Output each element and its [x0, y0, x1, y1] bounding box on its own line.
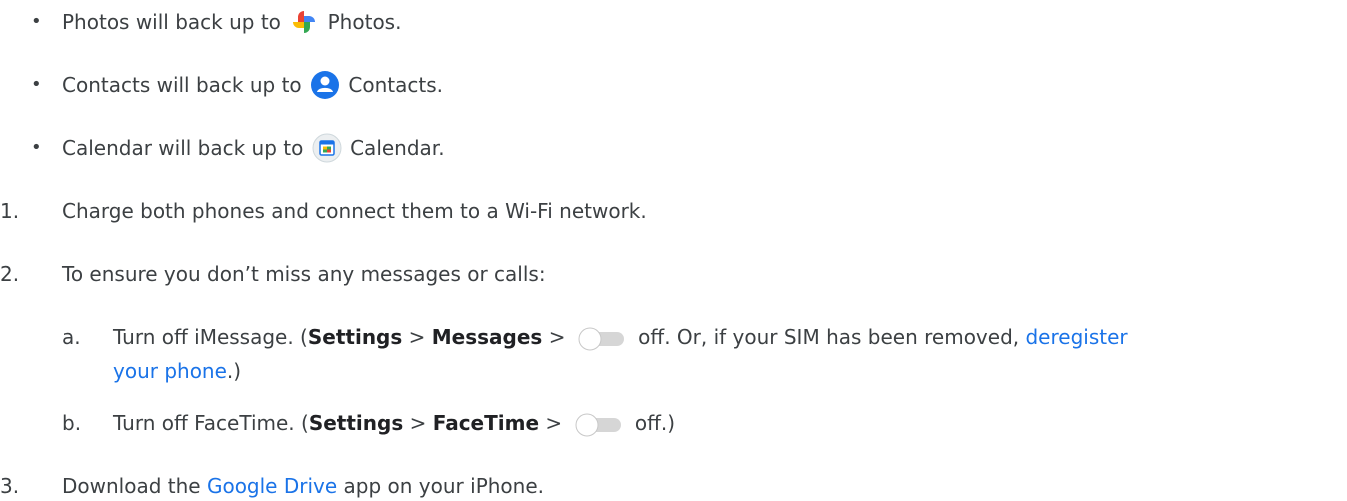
step-text-before: Download the: [62, 474, 201, 498]
substep-text-after: off. Or, if your SIM has been removed,: [638, 325, 1020, 349]
step-2a-continued: your phone.): [113, 356, 241, 386]
step-number: 3.: [0, 474, 20, 498]
step-number: 2.: [0, 262, 20, 286]
google-contacts-icon: [311, 71, 340, 99]
bullet-suffix: .: [395, 10, 402, 34]
messages-label: Messages: [431, 325, 543, 349]
deregister-phone-link[interactable]: your phone: [113, 359, 227, 383]
bullet-text: Photos will back up to: [62, 10, 281, 34]
separator: >: [548, 325, 566, 349]
separator: >: [408, 325, 426, 349]
bullet-text: Contacts will back up to: [62, 73, 302, 97]
substep-letter: b.: [62, 411, 82, 435]
substep-text-before: Turn off FaceTime. (: [113, 411, 309, 435]
toggle-switch-icon: [578, 327, 624, 351]
bullet-suffix: .: [436, 73, 443, 97]
step-text: Download the Google Drive app on your iP…: [62, 471, 544, 501]
separator: >: [545, 411, 563, 435]
substep-text: Turn off iMessage. (Settings > Messages …: [113, 322, 1128, 352]
bullet-marker: •: [31, 11, 42, 32]
deregister-phone-link[interactable]: deregister: [1025, 325, 1127, 349]
settings-label: Settings: [308, 411, 404, 435]
step-text-after: app on your iPhone.: [343, 474, 544, 498]
google-photos-icon: [293, 11, 316, 33]
separator: >: [409, 411, 427, 435]
substep-text-before: Turn off iMessage. (: [113, 325, 308, 349]
bullet-marker: •: [31, 137, 42, 158]
substep-text-end: .): [226, 359, 242, 383]
toggle-switch-icon: [575, 413, 621, 437]
substep-text-after: off.): [634, 411, 676, 435]
google-drive-link[interactable]: Google Drive: [207, 474, 337, 498]
bullet-app-name: Calendar: [350, 136, 439, 160]
bullet-app-name: Photos: [327, 10, 396, 34]
bullet-text: Calendar will back up to: [62, 136, 304, 160]
bullet-suffix: .: [438, 136, 445, 160]
bullet-app-name: Contacts: [348, 73, 437, 97]
substep-text: Turn off FaceTime. (Settings > FaceTime …: [113, 408, 675, 438]
facetime-label: FaceTime: [432, 411, 540, 435]
settings-label: Settings: [307, 325, 403, 349]
bullet-marker: •: [31, 74, 42, 95]
google-calendar-icon: [312, 133, 342, 163]
step-number: 1.: [0, 199, 20, 223]
substep-letter: a.: [62, 325, 81, 349]
step-text: Charge both phones and connect them to a…: [62, 199, 647, 223]
step-text: To ensure you don’t miss any messages or…: [62, 262, 546, 286]
